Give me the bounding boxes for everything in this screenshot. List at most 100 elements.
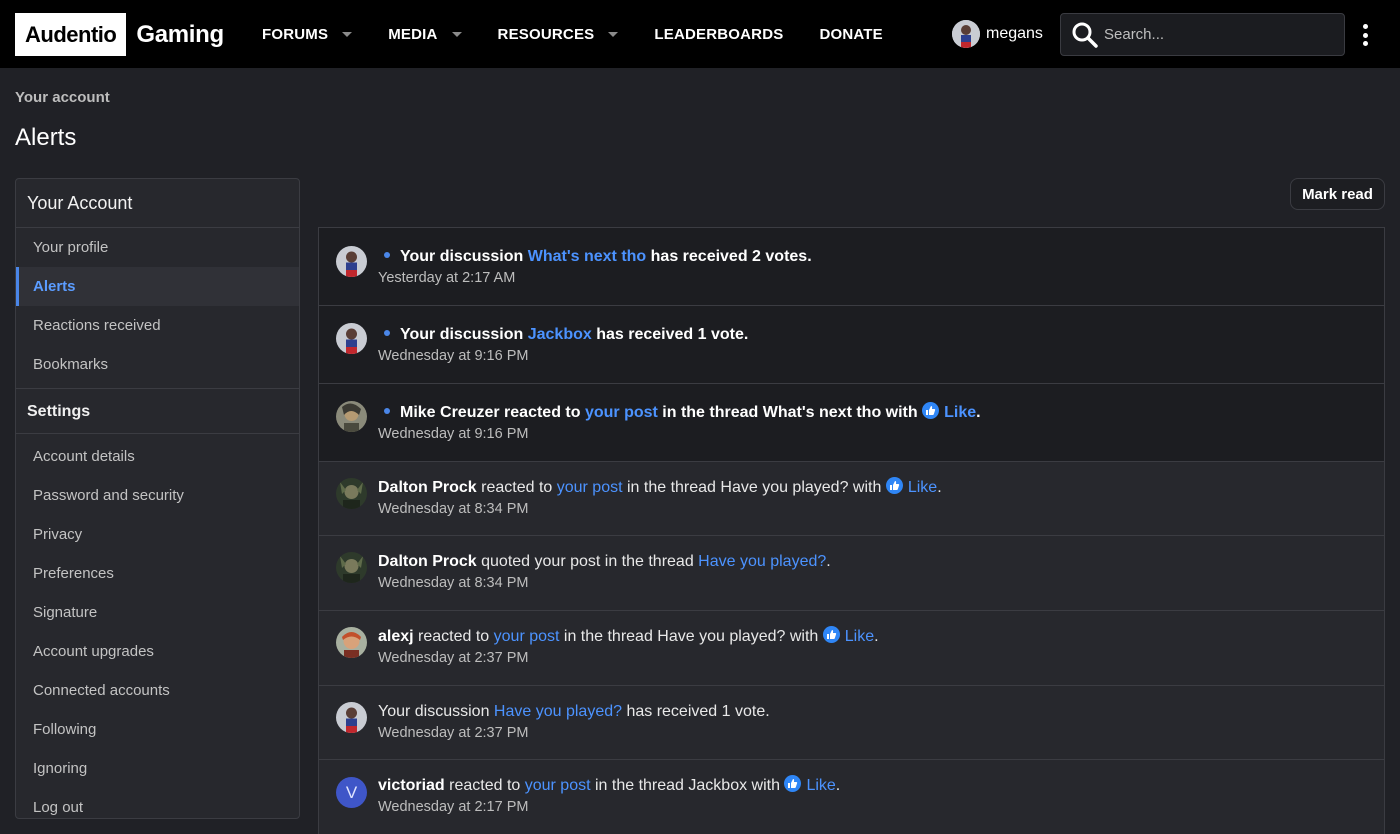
alert-item[interactable]: Dalton Prock quoted your post in the thr…: [319, 536, 1384, 611]
nav-resources[interactable]: RESOURCES: [498, 26, 619, 43]
nav-donate[interactable]: DONATE: [819, 26, 882, 43]
avatar[interactable]: [336, 552, 367, 583]
search-box[interactable]: [1060, 13, 1345, 56]
reaction-link[interactable]: Like: [944, 404, 976, 421]
like-reaction-icon: [784, 775, 802, 793]
alert-text-part: Your discussion: [378, 703, 494, 720]
thread-link[interactable]: Have you played?: [698, 553, 826, 570]
nav-forums-label: FORUMS: [262, 25, 329, 43]
thread-link[interactable]: Have you played?: [494, 703, 622, 720]
alert-text-part: reacted to: [499, 404, 585, 421]
sidebar-item-bookmarks[interactable]: Bookmarks: [16, 345, 299, 384]
avatar[interactable]: [336, 401, 367, 432]
unread-dot-icon: [384, 251, 390, 258]
mark-read-button[interactable]: Mark read: [1290, 178, 1385, 210]
post-link[interactable]: your post: [494, 628, 560, 645]
username: megans: [986, 25, 1043, 42]
top-navigation-bar: Audentio Gaming FORUMS MEDIA RESOURCES L…: [0, 0, 1400, 68]
alert-text-part: .: [826, 553, 831, 570]
alert-item[interactable]: Dalton Prock reacted to your post in the…: [319, 462, 1384, 536]
post-link[interactable]: your post: [557, 479, 623, 496]
sidebar-item-account-details[interactable]: Account details: [16, 437, 299, 476]
alert-text: Your discussion What's next tho has rece…: [378, 248, 812, 266]
nav-leaderboards-label: LEADERBOARDS: [654, 25, 784, 43]
post-link[interactable]: your post: [525, 777, 591, 794]
search-input[interactable]: [1104, 26, 1334, 43]
reaction-link[interactable]: Like: [845, 628, 874, 645]
alert-username[interactable]: victoriad: [378, 777, 445, 794]
sidebar-item-following[interactable]: Following: [16, 710, 299, 749]
nav-forums[interactable]: FORUMS: [262, 25, 353, 43]
alert-text: Dalton Prock reacted to your post in the…: [378, 477, 942, 497]
sidebar-item-account-upgrades[interactable]: Account upgrades: [16, 632, 299, 671]
like-reaction-icon: [885, 477, 903, 495]
alert-item[interactable]: Your discussion What's next tho has rece…: [319, 228, 1384, 306]
alert-timestamp[interactable]: Wednesday at 9:16 PM: [378, 426, 528, 442]
sidebar-item-preferences[interactable]: Preferences: [16, 554, 299, 593]
user-menu[interactable]: megans: [952, 20, 1043, 48]
chevron-down-icon[interactable]: [451, 31, 462, 37]
avatar[interactable]: [336, 478, 367, 509]
post-link[interactable]: your post: [585, 404, 658, 421]
avatar[interactable]: [336, 323, 367, 354]
alert-username[interactable]: Mike Creuzer: [400, 404, 500, 421]
thread-link[interactable]: What's next tho: [528, 248, 646, 265]
alert-username[interactable]: alexj: [378, 628, 414, 645]
alert-text-part: in the thread Have you played? with: [559, 628, 823, 645]
chevron-down-icon[interactable]: [608, 31, 619, 37]
sidebar-item-password-security[interactable]: Password and security: [16, 476, 299, 515]
sidebar-item-your-profile[interactable]: Your profile: [16, 228, 299, 267]
thread-link[interactable]: Jackbox: [528, 326, 592, 343]
alert-text: Your discussion Have you played? has rec…: [378, 703, 770, 721]
alert-item[interactable]: Your discussion Have you played? has rec…: [319, 686, 1384, 760]
alert-text-part: .: [835, 777, 841, 794]
alert-timestamp[interactable]: Wednesday at 2:37 PM: [378, 650, 528, 666]
search-icon[interactable]: [1071, 21, 1099, 49]
alert-text-part: Your discussion: [400, 326, 528, 343]
more-options-icon[interactable]: [1360, 24, 1370, 46]
sidebar-item-alerts[interactable]: Alerts: [16, 267, 299, 306]
alert-timestamp[interactable]: Yesterday at 2:17 AM: [378, 270, 515, 286]
avatar[interactable]: [336, 702, 367, 733]
alert-text-part: .: [937, 479, 942, 496]
alert-text-part: .: [976, 404, 981, 421]
alert-text-part: has received 2 votes.: [646, 248, 812, 265]
alerts-list: Your discussion What's next tho has rece…: [318, 227, 1385, 834]
reaction-link[interactable]: Like: [806, 777, 835, 794]
alert-timestamp[interactable]: Wednesday at 2:17 PM: [378, 799, 528, 815]
nav-leaderboards[interactable]: LEADERBOARDS: [654, 26, 783, 43]
sidebar-heading: Your Account: [16, 179, 299, 228]
sidebar-item-signature[interactable]: Signature: [16, 593, 299, 632]
sidebar-item-ignoring[interactable]: Ignoring: [16, 749, 299, 788]
sidebar-item-log-out[interactable]: Log out: [16, 788, 299, 818]
breadcrumb[interactable]: Your account: [15, 89, 110, 106]
nav-media[interactable]: MEDIA: [388, 26, 462, 43]
alert-username[interactable]: Dalton Prock: [378, 479, 477, 496]
alert-item[interactable]: Your discussion Jackbox has received 1 v…: [319, 306, 1384, 384]
avatar[interactable]: V: [336, 777, 367, 808]
alert-timestamp[interactable]: Wednesday at 8:34 PM: [378, 501, 528, 517]
sidebar-item-privacy[interactable]: Privacy: [16, 515, 299, 554]
account-sidebar: Your Account Your profile Alerts Reactio…: [15, 178, 300, 819]
alert-text-part: has received 1 vote.: [591, 326, 749, 343]
alert-text: victoriad reacted to your post in the th…: [378, 775, 841, 795]
alert-timestamp[interactable]: Wednesday at 8:34 PM: [378, 575, 528, 591]
alert-timestamp[interactable]: Wednesday at 9:16 PM: [378, 348, 528, 364]
alert-text-part: .: [874, 628, 879, 645]
logo-box: Audentio: [15, 13, 127, 56]
alert-item[interactable]: Mike Creuzer reacted to your post in the…: [319, 384, 1384, 462]
alert-item[interactable]: V victoriad reacted to your post in the …: [319, 760, 1384, 834]
alert-text: Your discussion Jackbox has received 1 v…: [378, 326, 748, 344]
alert-item[interactable]: alexj reacted to your post in the thread…: [319, 611, 1384, 686]
alert-timestamp[interactable]: Wednesday at 2:37 PM: [378, 725, 528, 741]
site-logo[interactable]: Audentio Gaming: [15, 13, 224, 56]
sidebar-item-reactions-received[interactable]: Reactions received: [16, 306, 299, 345]
sidebar-item-connected-accounts[interactable]: Connected accounts: [16, 671, 299, 710]
avatar[interactable]: [336, 246, 367, 277]
reaction-link[interactable]: Like: [908, 479, 937, 496]
avatar[interactable]: [336, 627, 367, 658]
alert-username[interactable]: Dalton Prock: [378, 553, 477, 570]
unread-dot-icon: [384, 329, 390, 336]
unread-dot-icon: [384, 407, 390, 414]
chevron-down-icon[interactable]: [342, 31, 353, 37]
